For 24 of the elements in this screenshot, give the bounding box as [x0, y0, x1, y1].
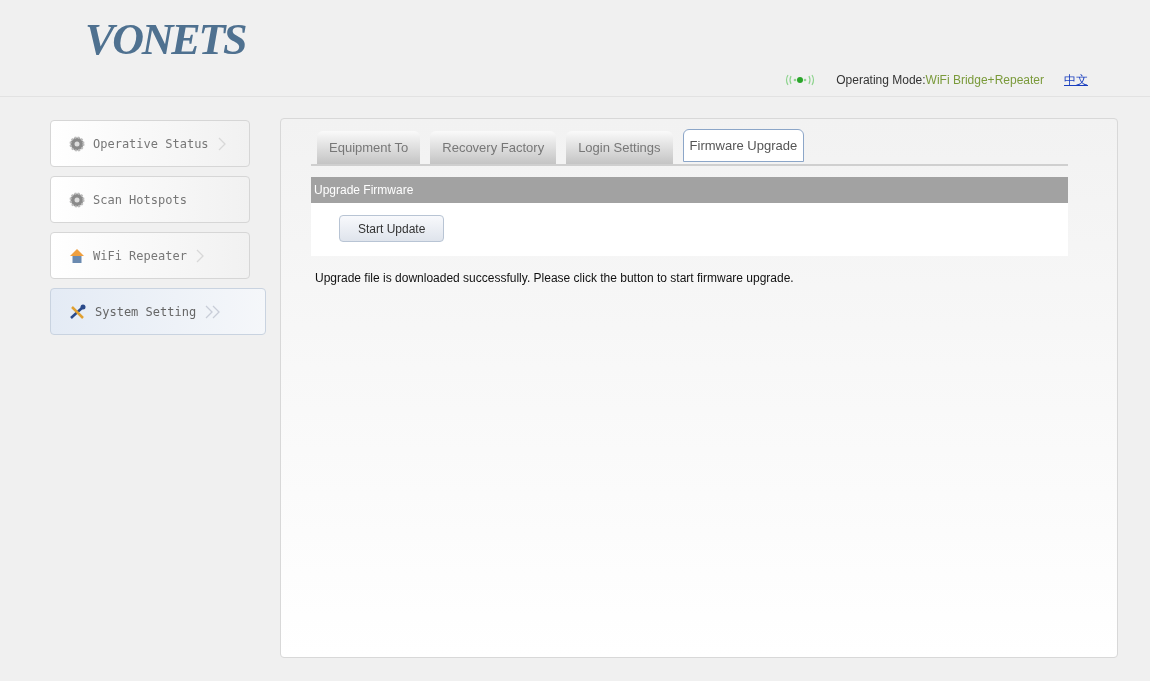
start-update-button[interactable]: Start Update [339, 215, 445, 242]
sidebar-label: System Setting [95, 303, 197, 321]
mode-label: Operating Mode: [836, 72, 926, 89]
tab[interactable]: Recovery Factory [430, 131, 557, 164]
sidebar-item[interactable]: System Setting [50, 288, 266, 335]
sidebar-label: Operative Status [93, 135, 209, 153]
sidebar-item[interactable]: Operative Status [50, 120, 250, 167]
sidebar-item[interactable]: WiFi Repeater [50, 232, 250, 279]
sidebar-label: Scan Hotspots [93, 191, 187, 209]
tools-icon [69, 303, 87, 320]
gear-icon [69, 191, 85, 208]
sidebar-item[interactable]: Scan Hotspots [50, 176, 250, 223]
sidebar-label: WiFi Repeater [93, 247, 187, 265]
logo: VONETS [85, 18, 246, 62]
tab[interactable]: Firmware Upgrade [682, 129, 805, 162]
mode-value: WiFi Bridge+Repeater [925, 72, 1044, 89]
status-message: Upgrade file is downloaded successfully. Please click the button to start firmware upgrade. [314, 270, 795, 287]
gear-icon [69, 135, 85, 152]
tab[interactable]: Equipment To [317, 131, 421, 164]
section-title: Upgrade Firmware [311, 177, 1068, 203]
house-icon [69, 247, 85, 264]
language-link[interactable]: 中文 [1064, 71, 1088, 89]
signal-icon [784, 74, 817, 86]
tab[interactable]: Login Settings [566, 131, 673, 164]
